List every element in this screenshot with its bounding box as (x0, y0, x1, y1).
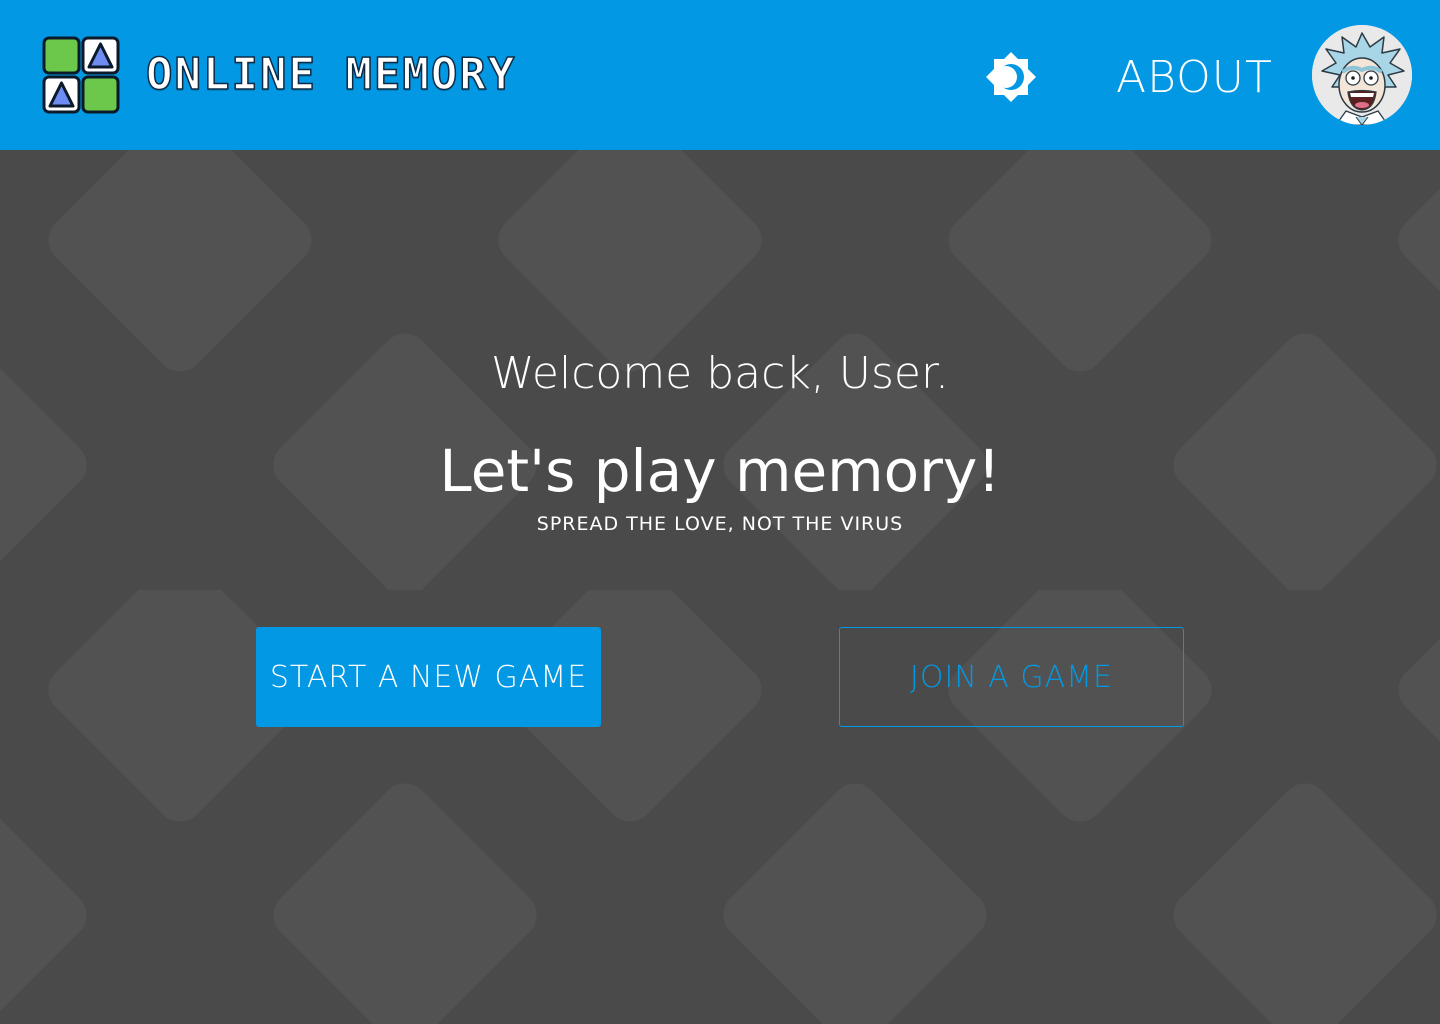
app-header: ONLINE MEMORY ABOUT (0, 0, 1440, 150)
app-title[interactable]: ONLINE MEMORY (145, 47, 516, 103)
welcome-message: Welcome back, User. (490, 348, 950, 399)
join-game-button[interactable]: JOIN A GAME (839, 627, 1184, 727)
welcome-section: Welcome back, User. Let's play memory! S… (0, 150, 1440, 1024)
start-new-game-button[interactable]: START A NEW GAME (256, 627, 601, 727)
page-headline: Let's play memory! (439, 437, 1001, 505)
memory-cards-logo-icon[interactable] (42, 36, 120, 114)
background-pattern (0, 150, 1440, 1024)
about-link[interactable]: ABOUT (1116, 50, 1273, 106)
tagline: SPREAD THE LOVE, NOT THE VIRUS (536, 513, 904, 535)
brightness-icon[interactable] (985, 51, 1037, 103)
user-avatar[interactable] (1312, 25, 1412, 125)
